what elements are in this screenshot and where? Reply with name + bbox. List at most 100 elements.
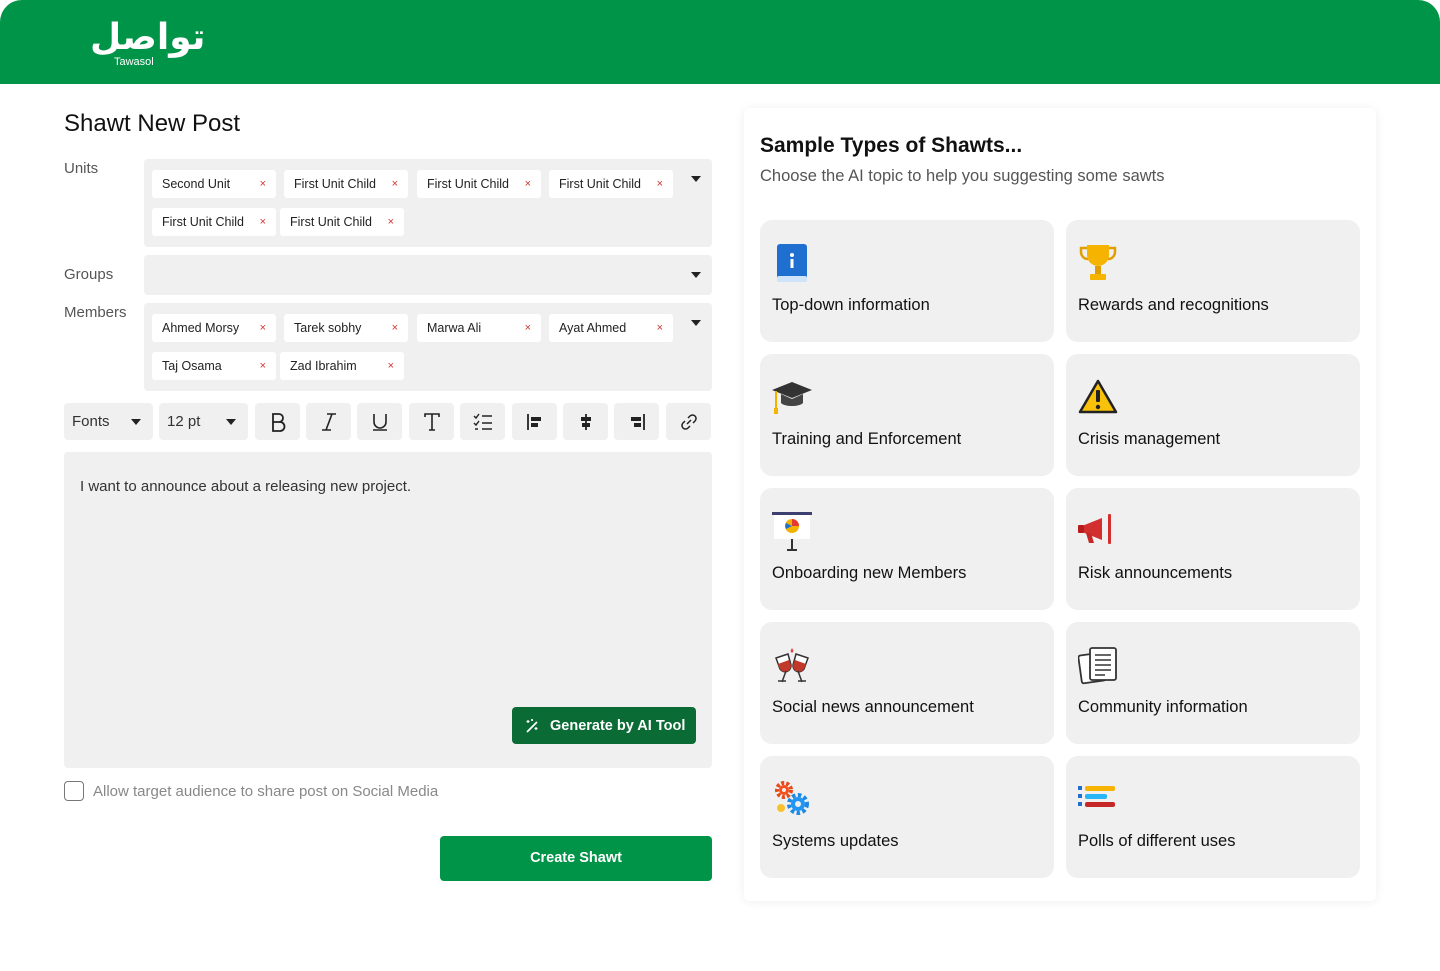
topic-card-polls-of-different-uses[interactable]: Polls of different uses [1066,756,1360,878]
topic-card-label: Training and Enforcement [772,430,962,448]
member-chip-label: Marwa Ali [427,321,482,335]
remove-chip-icon[interactable]: × [260,314,266,342]
remove-chip-icon[interactable]: × [260,208,266,236]
presentation-board-icon [772,512,812,551]
topic-card-systems-updates[interactable]: Systems updates [760,756,1054,878]
panel-subtitle: Choose the AI topic to help you suggesti… [760,167,1165,185]
member-chip: Marwa Ali × [417,314,541,342]
member-chip-label: Tarek sobhy [294,321,362,335]
member-chip-label: Ahmed Morsy [162,321,240,335]
page-title: Shawt New Post [64,110,241,137]
link-icon [680,413,697,430]
remove-chip-icon[interactable]: × [388,208,394,236]
align-right-button[interactable] [614,403,659,440]
italic-icon [321,412,336,431]
topic-card-top-down-information[interactable]: Top-down information [760,220,1054,342]
font-size-select[interactable]: 12 pt [159,403,248,440]
topic-card-risk-announcements[interactable]: Risk announcements [1066,488,1360,610]
bold-button[interactable] [255,403,300,440]
warning-icon [1078,379,1118,414]
checklist-icon [473,413,492,430]
underline-button[interactable] [357,403,402,440]
align-left-icon [526,413,541,430]
unit-chip-label: First Unit Child [559,177,641,191]
align-left-button[interactable] [512,403,557,440]
topic-card-community-information[interactable]: Community information [1066,622,1360,744]
unit-chip: First Unit Child × [280,208,404,236]
units-multiselect[interactable]: Second Unit × First Unit Child × First Uni… [144,159,712,247]
unit-chip-label: First Unit Child [294,177,376,191]
trophy-icon [1079,245,1117,280]
unit-chip: First Unit Child × [549,170,673,198]
topic-card-training-and-enforcement[interactable]: Training and Enforcement [760,354,1054,476]
font-size-value: 12 pt [167,413,201,430]
sample-types-panel: Sample Types of Shawts... Choose the AI … [744,108,1376,901]
member-chip-label: Zad Ibrahim [290,359,357,373]
documents-icon [1078,647,1117,685]
member-chip: Ayat Ahmed × [549,314,673,342]
bold-icon [271,412,285,432]
member-chip: Tarek sobhy × [284,314,408,342]
megaphone-icon [1078,514,1111,544]
remove-chip-icon[interactable]: × [525,170,531,198]
link-button[interactable] [666,403,711,440]
groups-label: Groups [64,266,114,283]
members-multiselect[interactable]: Ahmed Morsy × Tarek sobhy × Marwa Ali × Aya… [144,303,712,391]
remove-chip-icon[interactable]: × [657,170,663,198]
create-shawt-button[interactable]: Create Shawt [440,836,712,881]
underline-icon [372,413,387,431]
font-select-value: Fonts [72,413,110,430]
align-center-button[interactable] [563,403,608,440]
topic-card-crisis-management[interactable]: Crisis management [1066,354,1360,476]
remove-chip-icon[interactable]: × [525,314,531,342]
topic-card-rewards-and-recognitions[interactable]: Rewards and recognitions [1066,220,1360,342]
align-right-icon [630,413,645,430]
member-chip: Zad Ibrahim × [280,352,404,380]
checklist-button[interactable] [460,403,505,440]
unit-chip: First Unit Child × [417,170,541,198]
info-book-icon [777,244,807,282]
member-chip-label: Ayat Ahmed [559,321,627,335]
members-label: Members [64,304,127,321]
remove-chip-icon[interactable]: × [260,352,266,380]
unit-chip: First Unit Child × [284,170,408,198]
remove-chip-icon[interactable]: × [392,314,398,342]
topic-card-social-news-announcement[interactable]: Social news announcement [760,622,1054,744]
chevron-down-icon [226,419,236,425]
italic-button[interactable] [306,403,351,440]
tawasol-logo[interactable]: تواصل Tawasol [90,17,206,69]
groups-select[interactable] [144,255,712,295]
chevron-down-icon[interactable] [691,320,701,326]
topic-card-label: Risk announcements [1078,564,1233,582]
remove-chip-icon[interactable]: × [657,314,663,342]
logo-arabic-text: تواصل [90,17,206,58]
topic-card-label: Social news announcement [772,698,974,716]
unit-chip-label: Second Unit [162,177,231,191]
member-chip: Taj Osama × [152,352,276,380]
poll-bars-icon [1078,786,1115,807]
toast-glasses-icon [775,648,809,683]
unit-chip: Second Unit × [152,170,276,198]
remove-chip-icon[interactable]: × [260,170,266,198]
remove-chip-icon[interactable]: × [392,170,398,198]
chevron-down-icon[interactable] [691,176,701,182]
share-checkbox[interactable] [64,781,84,801]
generate-ai-label: Generate by AI Tool [550,717,686,734]
topic-card-label: Onboarding new Members [772,564,967,582]
chevron-down-icon [131,419,141,425]
post-editor[interactable]: I want to announce about a releasing new… [64,452,712,768]
text-style-button[interactable] [409,403,454,440]
topic-card-label: Community information [1078,698,1248,716]
topic-card-label: Rewards and recognitions [1078,296,1269,314]
chevron-down-icon[interactable] [691,272,701,278]
top-bar: تواصل Tawasol [0,0,1440,84]
generate-ai-button[interactable]: Generate by AI Tool [512,707,696,744]
magic-wand-icon [526,718,538,733]
font-select[interactable]: Fonts [64,403,153,440]
unit-chip-label: First Unit Child [427,177,509,191]
text-style-icon [423,412,440,431]
remove-chip-icon[interactable]: × [388,352,394,380]
topic-card-onboarding-new-members[interactable]: Onboarding new Members [760,488,1054,610]
topic-card-label: Top-down information [772,296,930,314]
editor-content[interactable]: I want to announce about a releasing new… [80,478,411,495]
